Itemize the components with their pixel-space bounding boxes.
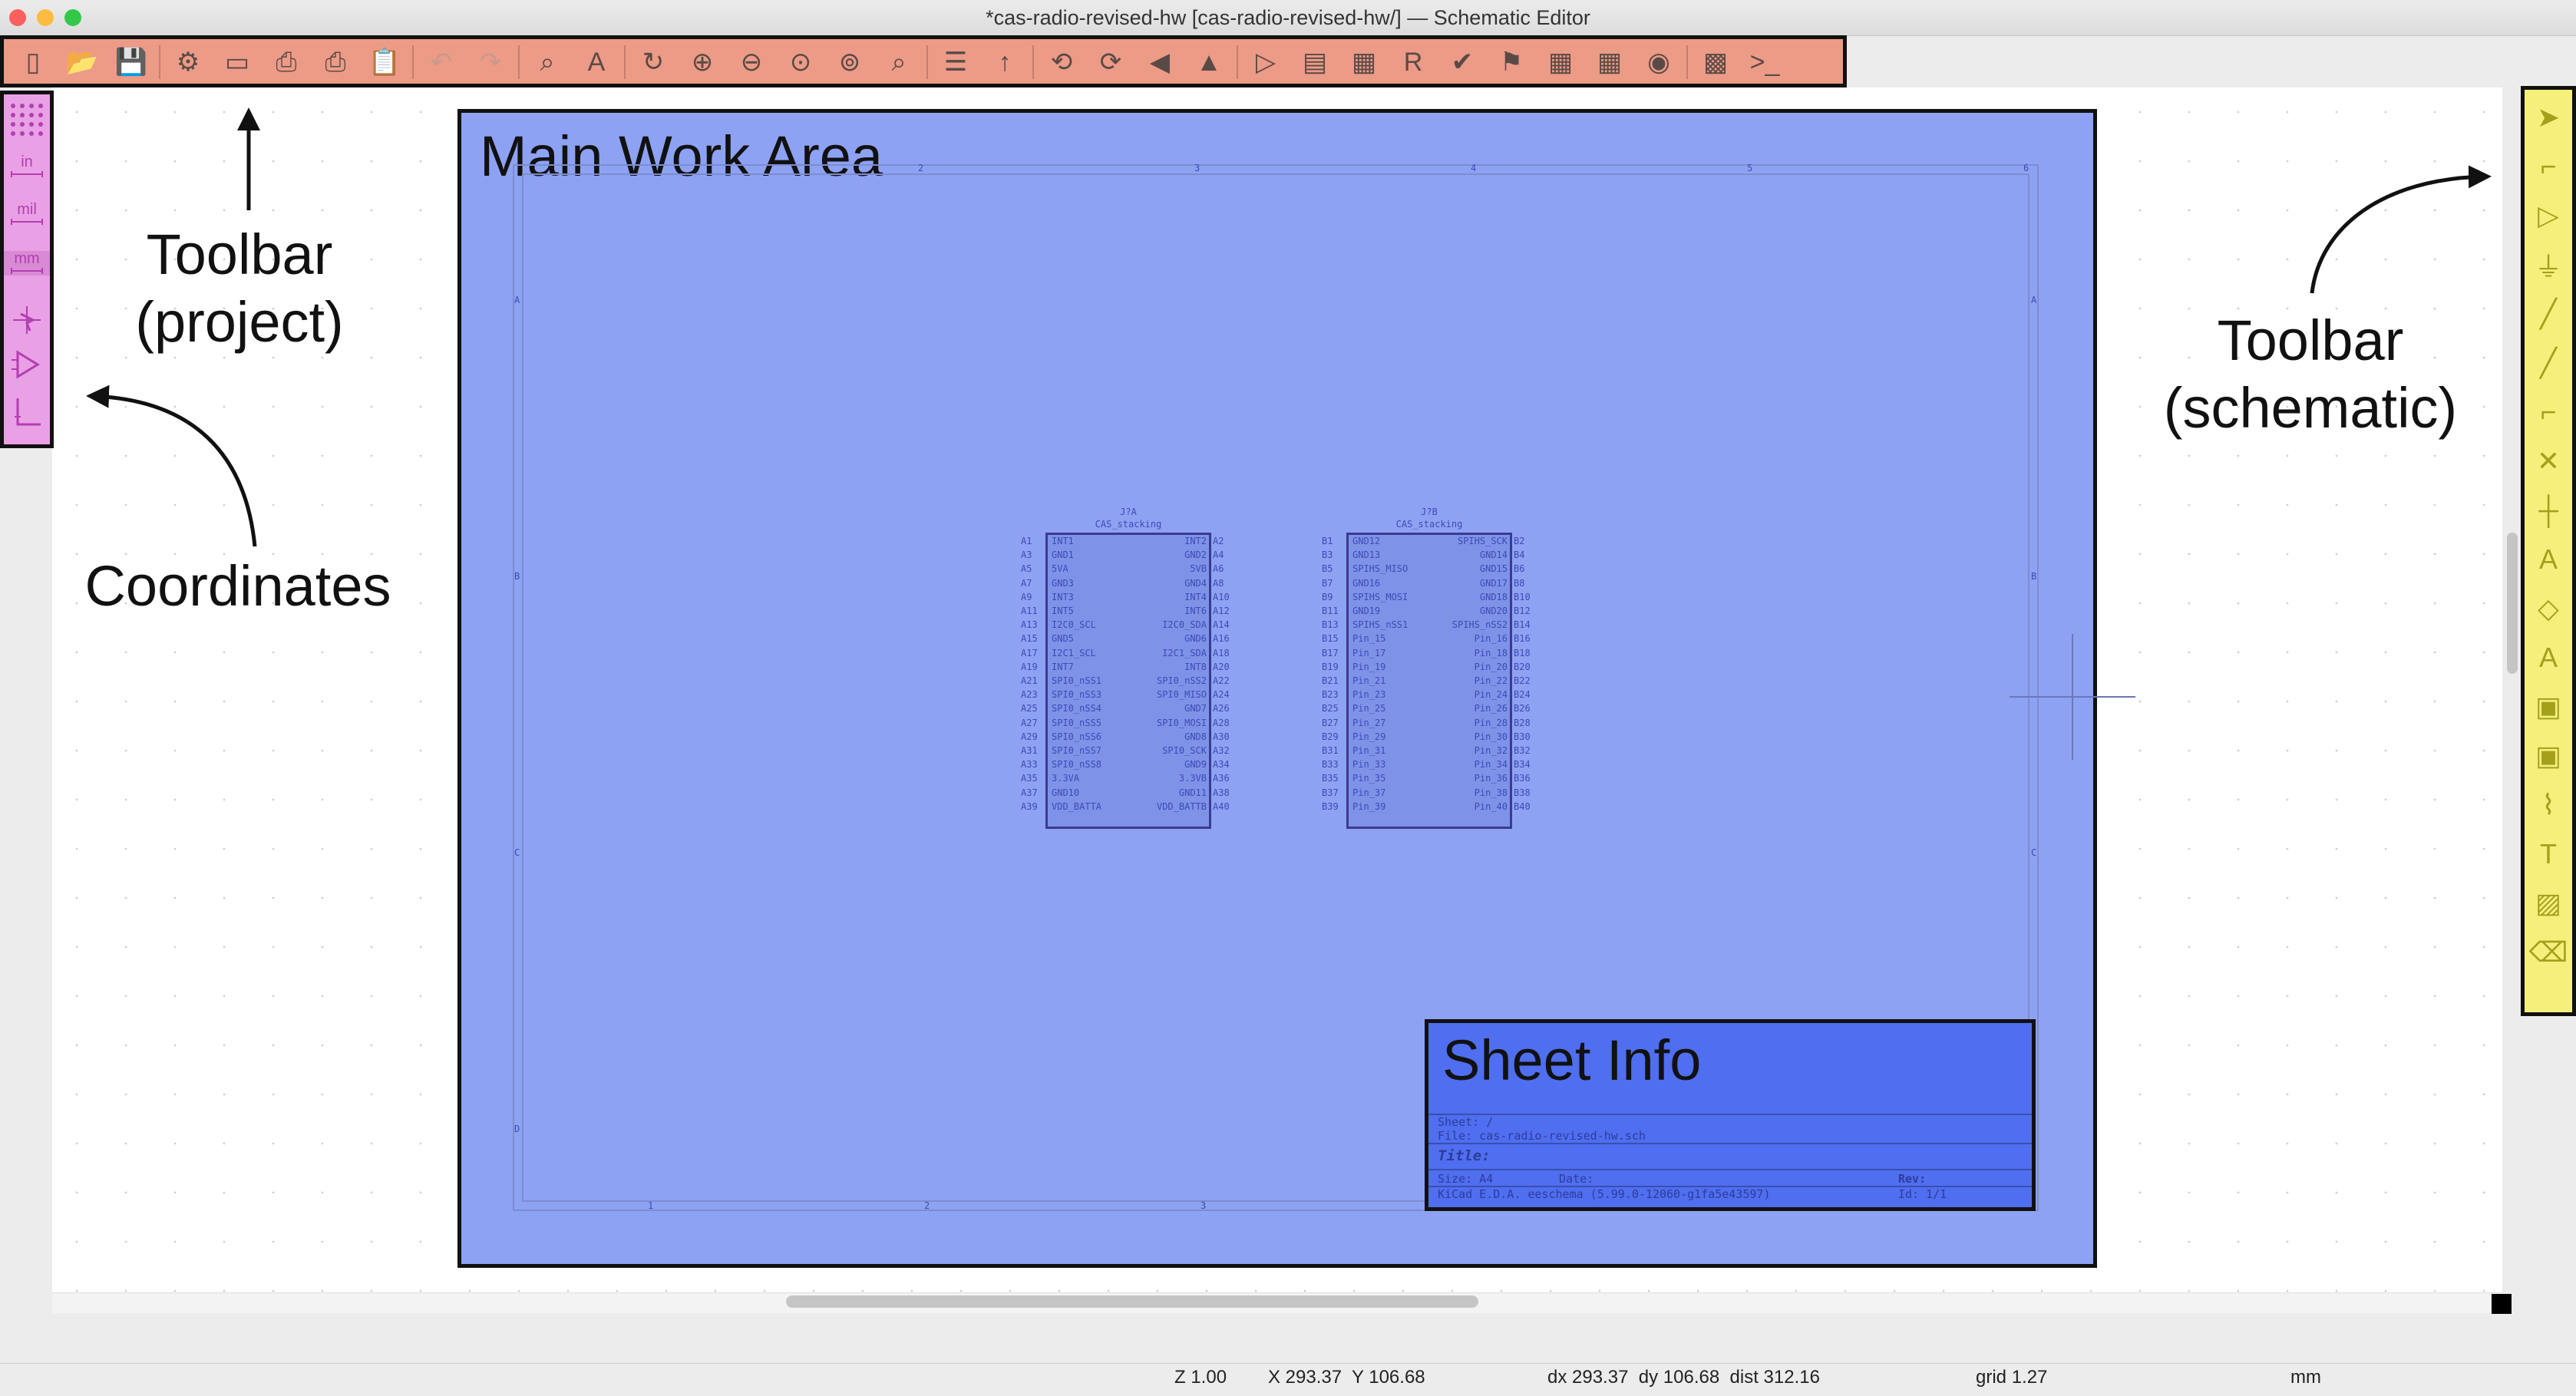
zoom-readout: Z 1.00 [1174,1367,1227,1388]
annotation-toolbar-project: Toolbar (project) [135,223,344,354]
grid-readout: grid 1.27 [1976,1367,2048,1388]
cursor-position-readout: X 293.37 Y 106.68 [1268,1367,1425,1388]
annotation-coordinates: Coordinates [84,554,391,618]
annotation-toolbar-schematic: Toolbar (schematic) [2163,309,2458,440]
scroll-corner [2492,1294,2512,1314]
vertical-scrollbar[interactable] [2507,533,2518,674]
delta-readout: dx 293.37 dy 106.68 dist 312.16 [1547,1367,1820,1388]
status-bar: Z 1.00 X 293.37 Y 106.68 dx 293.37 dy 10… [0,1363,2576,1396]
annotation-arrows [86,107,2492,547]
horizontal-scrollbar[interactable] [786,1295,1478,1308]
units-readout: mm [2290,1367,2321,1388]
